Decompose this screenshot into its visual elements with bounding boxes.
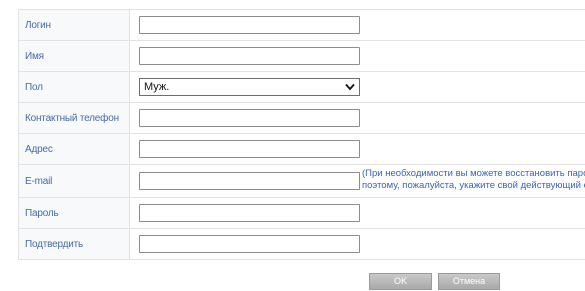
confirm-password-input[interactable]: [139, 235, 360, 253]
form-buttons: OK Отмена: [369, 273, 500, 290]
password-input[interactable]: [139, 204, 360, 222]
registration-form: Логин Имя Пол Муж. Контактный телефон Ад…: [18, 9, 585, 260]
address-input[interactable]: [139, 140, 360, 158]
form-row-name: Имя: [18, 40, 585, 72]
password-label: Пароль: [18, 197, 130, 229]
cancel-button[interactable]: Отмена: [438, 273, 500, 290]
form-row-confirm: Подтвердить: [18, 228, 585, 260]
top-strip: [0, 0, 585, 9]
chevron-down-icon: [345, 83, 355, 91]
login-label: Логин: [18, 9, 130, 41]
address-label: Адрес: [18, 133, 130, 165]
confirm-password-label: Подтвердить: [18, 228, 130, 260]
email-hint: (При необходимости вы можете восстановит…: [362, 168, 585, 192]
ok-button[interactable]: OK: [369, 273, 432, 290]
email-input[interactable]: [139, 172, 360, 190]
email-label: E-mail: [18, 164, 130, 198]
login-input[interactable]: [139, 16, 360, 34]
name-input[interactable]: [139, 47, 360, 65]
email-hint-line-2: поэтому, пожалуйста, укажите свой действ…: [362, 180, 585, 191]
registration-form-frame: Логин Имя Пол Муж. Контактный телефон Ад…: [0, 0, 585, 291]
gender-select[interactable]: Муж.: [139, 78, 360, 96]
form-row-password: Пароль: [18, 197, 585, 229]
phone-input[interactable]: [139, 109, 360, 127]
gender-label: Пол: [18, 71, 130, 103]
phone-label: Контактный телефон: [18, 102, 130, 134]
gender-select-value: Муж.: [144, 81, 170, 93]
form-row-email: E-mail (При необходимости вы можете восс…: [18, 164, 585, 198]
form-row-phone: Контактный телефон: [18, 102, 585, 134]
form-row-login: Логин: [18, 9, 585, 41]
form-row-gender: Пол Муж.: [18, 71, 585, 103]
email-hint-line-1: (При необходимости вы можете восстановит…: [362, 168, 585, 179]
name-label: Имя: [18, 40, 130, 72]
form-row-address: Адрес: [18, 133, 585, 165]
